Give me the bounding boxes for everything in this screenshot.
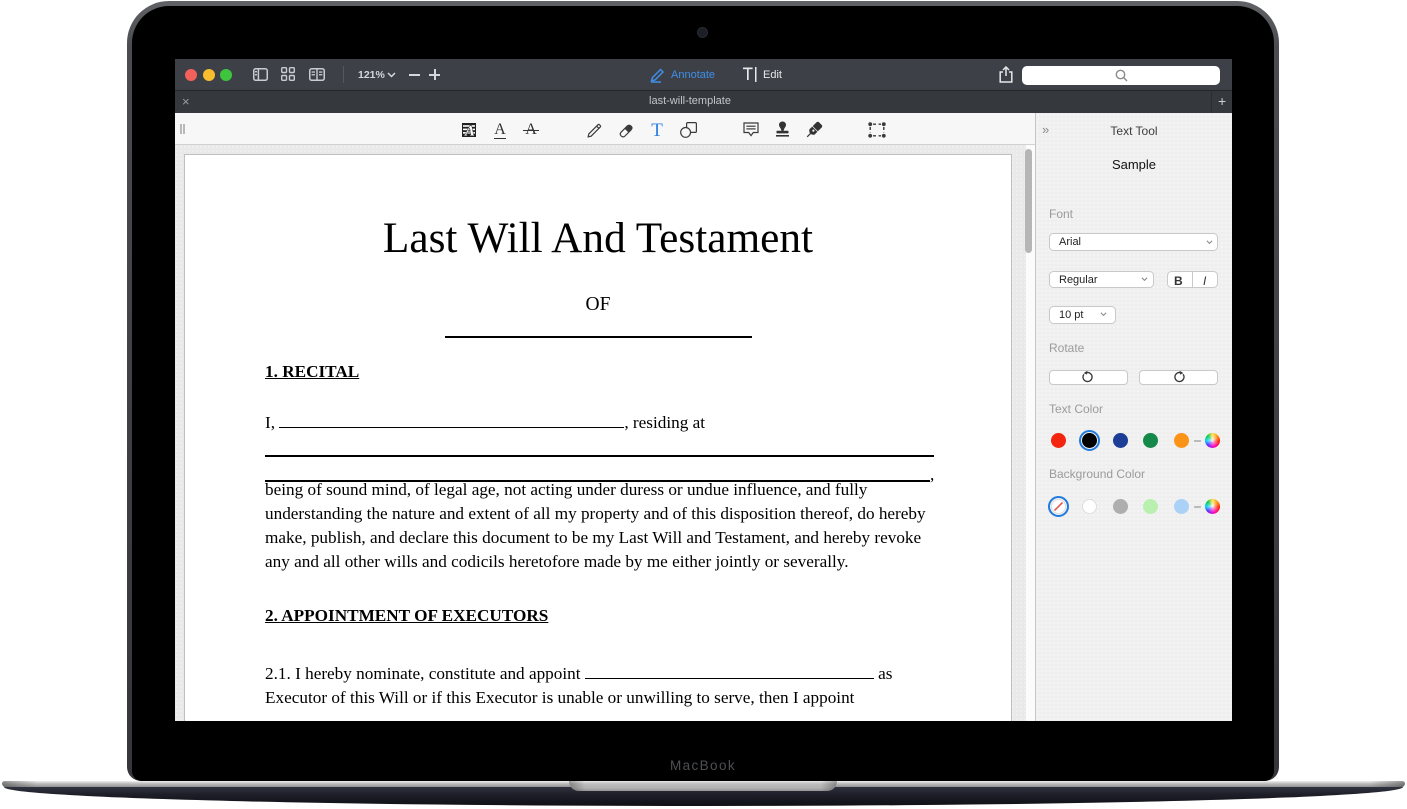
svg-text:A: A	[464, 124, 475, 137]
